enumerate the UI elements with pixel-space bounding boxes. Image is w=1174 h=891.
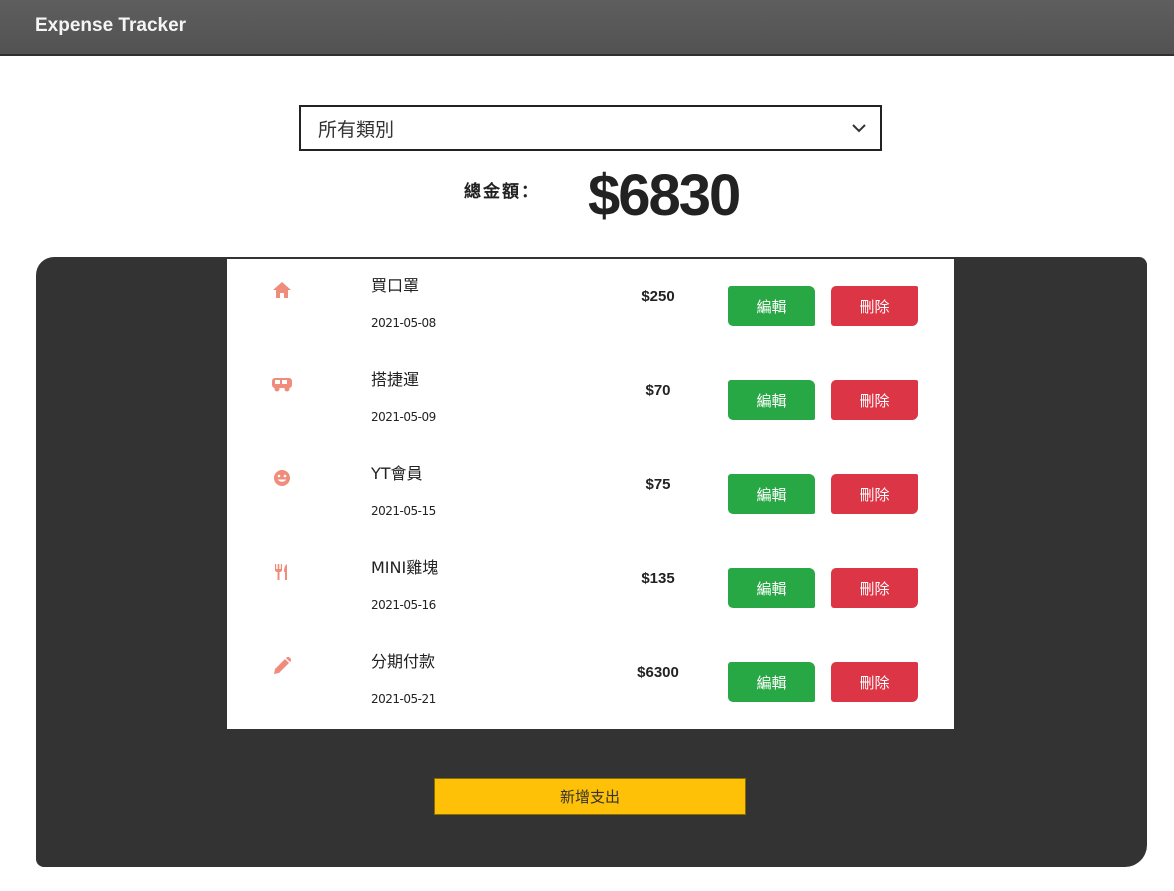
delete-button[interactable]: 刪除 xyxy=(831,474,918,514)
record-amount: $250 xyxy=(641,288,675,305)
category-filter-value: 所有類別 xyxy=(318,118,395,141)
bus-icon xyxy=(271,373,293,395)
total-label: 總金額： xyxy=(464,182,540,202)
record-amount: $70 xyxy=(645,382,671,399)
record-name: 買口罩 xyxy=(371,276,420,295)
utensils-icon xyxy=(271,561,293,583)
record-date: 2021-05-08 xyxy=(371,316,436,330)
delete-button[interactable]: 刪除 xyxy=(831,380,918,420)
delete-button[interactable]: 刪除 xyxy=(831,662,918,702)
category-filter-select[interactable]: 所有類別 xyxy=(299,105,882,151)
record-row: 買口罩 2021-05-08 $250 編輯 刪除 xyxy=(227,259,954,353)
record-amount: $6300 xyxy=(637,664,679,681)
edit-button[interactable]: 編輯 xyxy=(728,474,815,514)
record-row: YT會員 2021-05-15 $75 編輯 刪除 xyxy=(227,447,954,541)
navbar: Expense Tracker xyxy=(0,0,1174,56)
record-list: 買口罩 2021-05-08 $250 編輯 刪除 搭捷運 2021-05-09… xyxy=(227,259,954,729)
chevron-down-icon xyxy=(852,123,866,133)
record-date: 2021-05-09 xyxy=(371,410,436,424)
edit-button[interactable]: 編輯 xyxy=(728,286,815,326)
record-name: YT會員 xyxy=(371,464,423,483)
delete-button[interactable]: 刪除 xyxy=(831,568,918,608)
smile-icon xyxy=(271,467,293,489)
record-amount: $135 xyxy=(641,570,675,587)
record-row: 分期付款 2021-05-21 $6300 編輯 刪除 xyxy=(227,635,954,729)
edit-button[interactable]: 編輯 xyxy=(728,380,815,420)
record-name: 搭捷運 xyxy=(371,370,420,389)
edit-button[interactable]: 編輯 xyxy=(728,568,815,608)
record-amount: $75 xyxy=(645,476,671,493)
record-date: 2021-05-21 xyxy=(371,692,436,706)
record-name: MINI雞塊 xyxy=(371,558,439,577)
record-date: 2021-05-16 xyxy=(371,598,436,612)
app-title[interactable]: Expense Tracker xyxy=(35,15,186,37)
add-expense-button[interactable]: 新增支出 xyxy=(434,778,746,815)
record-row: 搭捷運 2021-05-09 $70 編輯 刪除 xyxy=(227,353,954,447)
delete-button[interactable]: 刪除 xyxy=(831,286,918,326)
edit-button[interactable]: 編輯 xyxy=(728,662,815,702)
record-name: 分期付款 xyxy=(371,652,436,671)
record-row: MINI雞塊 2021-05-16 $135 編輯 刪除 xyxy=(227,541,954,635)
total-amount: $6830 xyxy=(588,163,741,228)
pencil-icon xyxy=(271,655,293,677)
record-date: 2021-05-15 xyxy=(371,504,436,518)
home-icon xyxy=(271,279,293,301)
